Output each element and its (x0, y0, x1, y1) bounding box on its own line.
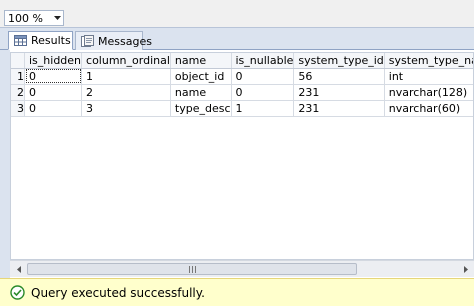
grid-cell[interactable]: nvarchar(60) (384, 100, 473, 117)
header-row: is_hidden column_ordinal name is_nullabl… (11, 53, 473, 69)
column-header[interactable]: is_nullable (231, 53, 295, 69)
grid-cell[interactable]: type_desc (170, 100, 232, 117)
row-number[interactable]: 1 (11, 68, 25, 85)
grid-cell[interactable]: int (384, 68, 473, 85)
grid-cell[interactable]: 0 (24, 68, 83, 85)
grid-cell[interactable]: object_id (170, 68, 232, 85)
grid-corner[interactable] (11, 53, 25, 69)
grid-icon (14, 35, 27, 47)
tab-messages[interactable]: Messages (75, 31, 152, 50)
grid-cell[interactable]: 231 (293, 100, 385, 117)
left-splitter (0, 50, 10, 278)
grip-icon (188, 265, 196, 273)
grid-cell[interactable]: 0 (231, 84, 295, 101)
row-number[interactable]: 2 (11, 84, 25, 101)
row-number[interactable]: 3 (11, 100, 25, 117)
grid-cell[interactable]: 231 (293, 84, 385, 101)
status-message: Query executed successfully. (31, 285, 205, 300)
grid-cell[interactable]: 56 (293, 68, 385, 85)
scroll-right-icon[interactable] (458, 262, 473, 276)
zoom-value: 100 % (8, 11, 43, 25)
grid-cell[interactable]: 1 (81, 68, 171, 85)
grid-cell[interactable]: 0 (231, 68, 295, 85)
tab-results[interactable]: Results (8, 31, 73, 50)
messages-icon (81, 35, 94, 47)
grid-cell[interactable]: nvarchar(128) (384, 84, 473, 101)
table-row[interactable]: 2 0 2 name 0 231 nvarchar(128) (11, 84, 473, 101)
scrollbar-thumb[interactable] (27, 263, 357, 275)
results-grid[interactable]: is_hidden column_ordinal name is_nullabl… (10, 52, 474, 260)
horizontal-scrollbar[interactable] (10, 260, 474, 277)
results-tab-strip: Results Messages (0, 28, 474, 50)
table-row[interactable]: 3 0 3 type_desc 1 231 nvarchar(60) (11, 100, 473, 117)
check-circle-icon (10, 285, 25, 300)
scroll-left-icon[interactable] (11, 262, 26, 276)
grid-cell[interactable]: 0 (24, 100, 83, 117)
column-header[interactable]: system_type_id (293, 53, 385, 69)
column-header[interactable]: name (170, 53, 232, 69)
status-bar: Query executed successfully. (0, 278, 474, 306)
zoom-dropdown[interactable]: 100 % (4, 10, 64, 26)
column-header[interactable]: column_ordinal (81, 53, 171, 69)
tab-results-label: Results (31, 34, 71, 47)
grid-cell[interactable]: 2 (81, 84, 171, 101)
chevron-down-icon[interactable] (51, 11, 63, 25)
tab-messages-label: Messages (98, 34, 152, 48)
column-header[interactable]: system_type_name (384, 53, 473, 69)
table-row[interactable]: 1 0 1 object_id 0 56 int (11, 68, 473, 85)
grid-cell[interactable]: name (170, 84, 232, 101)
grid-cell[interactable]: 0 (24, 84, 83, 101)
zoom-toolbar: 100 % (0, 0, 474, 28)
grid-cell[interactable]: 1 (231, 100, 295, 117)
grid-cell[interactable]: 3 (81, 100, 171, 117)
results-table: is_hidden column_ordinal name is_nullabl… (11, 53, 473, 117)
column-header[interactable]: is_hidden (24, 53, 83, 69)
